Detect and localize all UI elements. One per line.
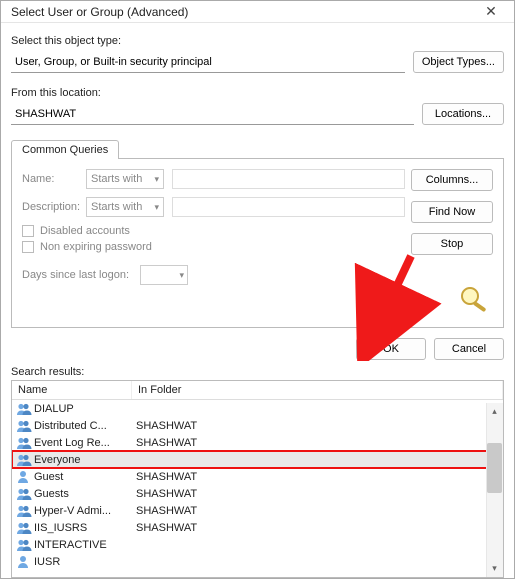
non-expiring-checkbox[interactable] <box>22 241 34 253</box>
result-name-cell: Guest <box>12 470 132 484</box>
description-label: Description: <box>22 201 78 213</box>
result-name-cell: Distributed C... <box>12 419 132 433</box>
chevron-down-icon: ▾ <box>154 174 159 185</box>
disabled-accounts-label: Disabled accounts <box>40 225 130 237</box>
result-name-cell: DIALUP <box>12 402 132 416</box>
name-match-combo[interactable]: Starts with ▾ <box>86 169 164 189</box>
stop-button[interactable]: Stop <box>411 233 493 255</box>
name-input[interactable] <box>172 169 405 189</box>
table-row[interactable]: Event Log Re...SHASHWAT <box>12 434 503 451</box>
columns-button[interactable]: Columns... <box>411 169 493 191</box>
disabled-accounts-checkbox[interactable] <box>22 225 34 237</box>
search-icon <box>457 283 493 313</box>
table-row[interactable]: GuestsSHASHWAT <box>12 485 503 502</box>
result-name-cell: Event Log Re... <box>12 436 132 450</box>
result-folder-cell: SHASHWAT <box>132 505 503 517</box>
result-name-cell: Everyone <box>12 453 132 467</box>
days-since-combo[interactable]: ▾ <box>140 265 188 285</box>
from-location-label: From this location: <box>11 87 504 99</box>
column-header-name[interactable]: Name <box>12 381 132 399</box>
result-name-cell: INTERACTIVE <box>12 538 132 552</box>
chevron-down-icon: ▾ <box>179 270 184 281</box>
find-now-button[interactable]: Find Now <box>411 201 493 223</box>
result-name-cell: IIS_IUSRS <box>12 521 132 535</box>
titlebar: Select User or Group (Advanced) ✕ <box>1 1 514 23</box>
object-type-label: Select this object type: <box>11 35 504 47</box>
tab-common-queries[interactable]: Common Queries <box>11 140 119 159</box>
chevron-down-icon: ▾ <box>154 202 159 213</box>
result-folder-cell: SHASHWAT <box>132 437 503 449</box>
table-row[interactable]: IUSR <box>12 553 503 570</box>
scroll-down-icon[interactable]: ▾ <box>486 560 503 577</box>
object-types-button[interactable]: Object Types... <box>413 51 504 73</box>
select-user-group-dialog: Select User or Group (Advanced) ✕ Select… <box>0 0 515 579</box>
result-name-cell: IUSR <box>12 555 132 569</box>
common-queries-pane: Name: Starts with ▾ Description: Starts … <box>11 158 504 328</box>
table-row[interactable]: Distributed C...SHASHWAT <box>12 417 503 434</box>
result-folder-cell: SHASHWAT <box>132 471 503 483</box>
location-field[interactable] <box>11 103 414 125</box>
days-since-label: Days since last logon: <box>22 269 132 281</box>
results-scrollbar[interactable]: ▴ ▾ <box>486 403 503 577</box>
column-header-folder[interactable]: In Folder <box>132 381 503 399</box>
ok-button[interactable]: OK <box>356 338 426 360</box>
name-label: Name: <box>22 173 78 185</box>
result-folder-cell: SHASHWAT <box>132 488 503 500</box>
object-type-field[interactable] <box>11 51 405 73</box>
description-match-combo[interactable]: Starts with ▾ <box>86 197 164 217</box>
non-expiring-label: Non expiring password <box>40 241 152 253</box>
locations-button[interactable]: Locations... <box>422 103 504 125</box>
window-title: Select User or Group (Advanced) <box>11 5 188 19</box>
result-folder-cell: SHASHWAT <box>132 420 503 432</box>
table-row[interactable]: INTERACTIVE <box>12 536 503 553</box>
result-name-cell: Guests <box>12 487 132 501</box>
table-row[interactable]: IIS_IUSRSSHASHWAT <box>12 519 503 536</box>
result-name-cell: Hyper-V Admi... <box>12 504 132 518</box>
table-row[interactable]: Everyone <box>12 451 503 468</box>
scroll-thumb[interactable] <box>487 443 502 493</box>
close-icon[interactable]: ✕ <box>474 3 508 20</box>
scroll-up-icon[interactable]: ▴ <box>486 403 503 420</box>
result-folder-cell: SHASHWAT <box>132 522 503 534</box>
results-pane: Name In Folder DIALUPDistributed C...SHA… <box>11 380 504 578</box>
cancel-button[interactable]: Cancel <box>434 338 504 360</box>
table-row[interactable]: DIALUP <box>12 400 503 417</box>
search-results-label: Search results: <box>11 366 504 378</box>
table-row[interactable]: GuestSHASHWAT <box>12 468 503 485</box>
description-input[interactable] <box>172 197 405 217</box>
table-row[interactable]: Hyper-V Admi...SHASHWAT <box>12 502 503 519</box>
